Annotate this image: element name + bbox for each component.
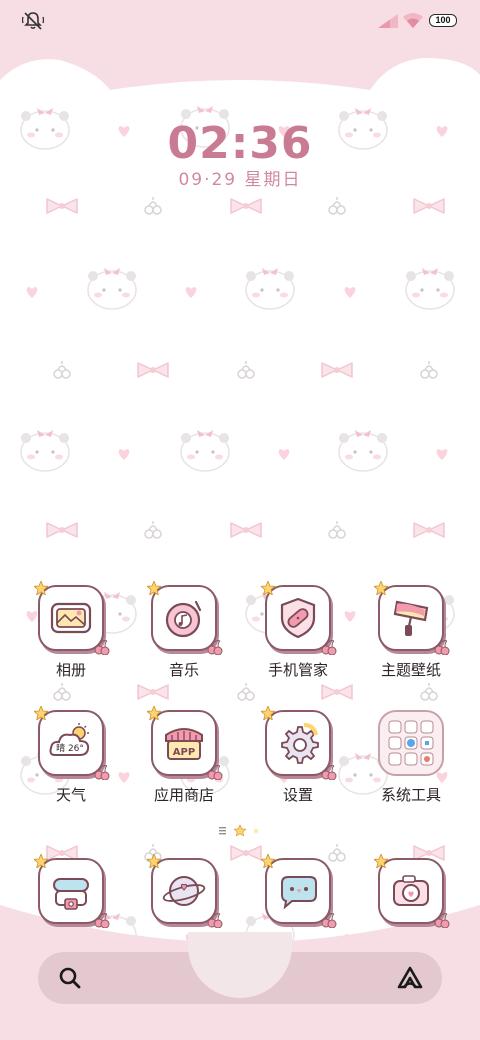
app-themes[interactable]: 主题壁纸 bbox=[361, 581, 461, 680]
page-list-icon bbox=[219, 827, 226, 835]
mute-bell-icon bbox=[22, 12, 44, 30]
app-label: 音乐 bbox=[168, 661, 199, 679]
star-icon bbox=[147, 581, 161, 595]
clock-date[interactable]: 09·29 星期日 bbox=[0, 165, 480, 190]
app-label: 应用商店 bbox=[153, 786, 214, 804]
dock-app-camera-bag[interactable] bbox=[21, 854, 121, 928]
page-active-star-icon bbox=[233, 824, 247, 837]
phone-manager-app-icon[interactable] bbox=[261, 581, 337, 655]
cherry-icon bbox=[207, 913, 223, 928]
cloud-sun-icon: 晴 26° bbox=[49, 723, 90, 756]
cherry-icon bbox=[321, 765, 337, 780]
star-icon bbox=[261, 854, 275, 868]
app-phone-manager[interactable]: 手机管家 bbox=[248, 581, 348, 680]
paint-roller-icon bbox=[393, 600, 429, 636]
search-icon[interactable] bbox=[58, 966, 82, 990]
cherry-icon bbox=[434, 913, 450, 928]
shop-stall-icon: APP bbox=[165, 728, 203, 760]
app-settings[interactable]: 设置 bbox=[248, 706, 348, 805]
app-label: 手机管家 bbox=[267, 661, 328, 679]
app-label: 主题壁纸 bbox=[380, 661, 441, 679]
cherry-icon bbox=[207, 765, 223, 780]
dock-app-browser[interactable] bbox=[134, 854, 234, 928]
app-gallery[interactable]: 相册 bbox=[21, 581, 121, 680]
app-weather[interactable]: 晴 26° 天气 bbox=[21, 706, 121, 805]
star-icon bbox=[374, 581, 388, 595]
clock-time[interactable]: 02:36 bbox=[0, 118, 480, 169]
weather-text: 晴 26° bbox=[56, 742, 84, 754]
cherry-icon bbox=[434, 640, 450, 655]
assistant-icon[interactable] bbox=[396, 965, 424, 991]
weather-app-icon[interactable]: 晴 26° bbox=[34, 706, 110, 780]
battery-indicator: 100 bbox=[429, 14, 457, 27]
store-text: APP bbox=[173, 747, 195, 758]
app-label: 相册 bbox=[55, 661, 86, 679]
app-label: 设置 bbox=[282, 786, 313, 804]
vinyl-record-icon bbox=[165, 600, 202, 638]
cherry-icon bbox=[321, 913, 337, 928]
cherry-icon bbox=[207, 640, 223, 655]
star-icon bbox=[34, 706, 48, 720]
dock-app-icon[interactable] bbox=[34, 854, 110, 928]
music-app-icon[interactable] bbox=[147, 581, 223, 655]
gallery-app-icon[interactable] bbox=[34, 581, 110, 655]
planet-heart-icon bbox=[162, 876, 206, 906]
star-icon bbox=[34, 854, 48, 868]
system-tools-folder-icon[interactable] bbox=[378, 710, 444, 776]
status-bar: 100 bbox=[0, 0, 480, 40]
cellular-signal-icon bbox=[378, 14, 398, 28]
camera-icon bbox=[393, 875, 429, 906]
star-icon bbox=[261, 581, 275, 595]
app-store[interactable]: APP 应用商店 bbox=[134, 706, 234, 805]
folder-system-tools[interactable]: 系统工具 bbox=[361, 710, 461, 805]
app-label: 系统工具 bbox=[380, 786, 441, 804]
settings-app-icon[interactable] bbox=[261, 706, 337, 780]
star-icon bbox=[147, 706, 161, 720]
dock-app-camera[interactable] bbox=[361, 854, 461, 928]
dock-app-icon[interactable] bbox=[374, 854, 450, 928]
cherry-icon bbox=[94, 765, 110, 780]
wifi-icon bbox=[403, 13, 423, 28]
star-icon bbox=[147, 854, 161, 868]
page-indicator[interactable] bbox=[0, 823, 480, 837]
themes-app-icon[interactable] bbox=[374, 581, 450, 655]
star-icon bbox=[374, 854, 388, 868]
page-star-icon bbox=[252, 827, 260, 834]
chat-bubble-icon bbox=[281, 876, 317, 910]
photo-frame-icon bbox=[50, 602, 92, 634]
app-store-icon[interactable]: APP bbox=[147, 706, 223, 780]
star-icon bbox=[34, 581, 48, 595]
camera-bag-icon bbox=[53, 878, 89, 910]
dock-app-messages[interactable] bbox=[248, 854, 348, 928]
app-label: 天气 bbox=[55, 786, 86, 804]
cherry-icon bbox=[94, 913, 110, 928]
app-grid-icon bbox=[388, 720, 434, 766]
cherry-icon bbox=[94, 640, 110, 655]
gear-icon bbox=[281, 723, 319, 764]
cherry-icon bbox=[321, 640, 337, 655]
dock-app-icon[interactable] bbox=[147, 854, 223, 928]
dock-app-icon[interactable] bbox=[261, 854, 337, 928]
star-icon bbox=[261, 706, 275, 720]
app-music[interactable]: 音乐 bbox=[134, 581, 234, 680]
shield-bandage-icon bbox=[280, 597, 316, 639]
